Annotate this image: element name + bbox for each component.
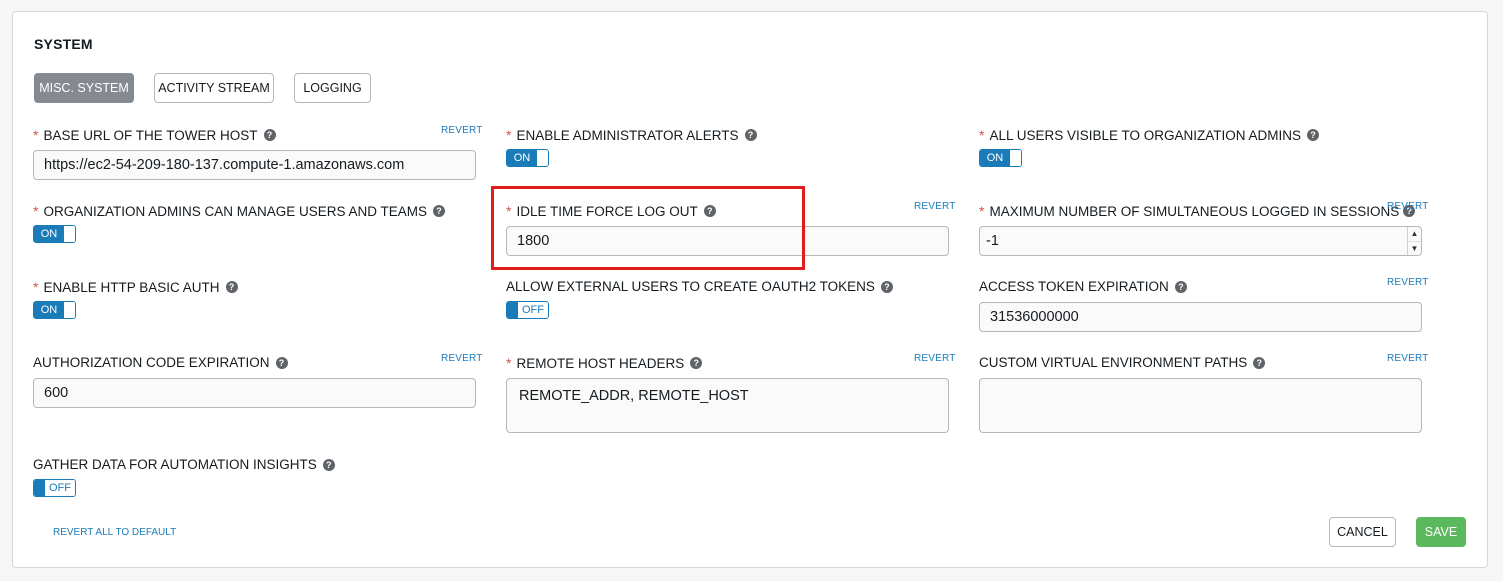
- required-mark: *: [506, 127, 512, 143]
- max-sessions-revert-link[interactable]: REVERT: [1387, 201, 1429, 212]
- help-icon[interactable]: ?: [1253, 356, 1266, 369]
- http-basic-toggle[interactable]: ON: [33, 301, 76, 319]
- base-url-input[interactable]: https://ec2-54-209-180-137.compute-1.ama…: [33, 150, 476, 180]
- auth-code-revert-link[interactable]: REVERT: [441, 353, 483, 364]
- help-icon[interactable]: ?: [1307, 129, 1320, 141]
- required-mark: *: [33, 279, 39, 295]
- toggle-knob: [64, 226, 75, 242]
- save-button[interactable]: SAVE: [1416, 517, 1466, 547]
- max-sessions-input[interactable]: -1 ▲ ▼: [979, 226, 1422, 256]
- toggle-knob: [507, 302, 518, 318]
- org-admins-manage-toggle[interactable]: ON: [33, 225, 76, 243]
- cancel-button[interactable]: CANCEL: [1329, 517, 1396, 547]
- spin-up-icon[interactable]: ▲: [1408, 227, 1421, 241]
- access-token-label: ACCESS TOKEN EXPIRATION ?: [979, 279, 1187, 294]
- remote-headers-revert-link[interactable]: REVERT: [914, 353, 956, 364]
- auth-code-input[interactable]: 600: [33, 378, 476, 408]
- help-icon[interactable]: ?: [225, 281, 238, 293]
- venv-paths-revert-link[interactable]: REVERT: [1387, 353, 1429, 364]
- revert-all-link[interactable]: REVERT ALL TO DEFAULT: [53, 527, 176, 538]
- tab-activity-stream[interactable]: ACTIVITY STREAM: [154, 73, 274, 103]
- required-mark: *: [33, 127, 39, 143]
- max-sessions-label: * MAXIMUM NUMBER OF SIMULTANEOUS LOGGED …: [979, 203, 1416, 219]
- access-token-revert-link[interactable]: REVERT: [1387, 277, 1429, 288]
- oauth2-label: ALLOW EXTERNAL USERS TO CREATE OAUTH2 TO…: [506, 279, 893, 294]
- help-icon[interactable]: ?: [703, 205, 716, 217]
- admin-alerts-toggle[interactable]: ON: [506, 149, 549, 167]
- insights-label: GATHER DATA FOR AUTOMATION INSIGHTS ?: [33, 457, 335, 472]
- remote-headers-textarea[interactable]: REMOTE_ADDR, REMOTE_HOST: [506, 378, 949, 433]
- help-icon[interactable]: ?: [275, 356, 288, 369]
- toggle-knob: [1010, 150, 1021, 166]
- idle-time-revert-link[interactable]: REVERT: [914, 201, 956, 212]
- venv-paths-label: CUSTOM VIRTUAL ENVIRONMENT PATHS ?: [979, 355, 1266, 370]
- auth-code-label: AUTHORIZATION CODE EXPIRATION ?: [33, 355, 288, 370]
- admin-alerts-label: * ENABLE ADMINISTRATOR ALERTS ?: [506, 127, 757, 143]
- venv-paths-textarea[interactable]: [979, 378, 1422, 433]
- org-admins-manage-label: * ORGANIZATION ADMINS CAN MANAGE USERS A…: [33, 203, 446, 219]
- number-spinner[interactable]: ▲ ▼: [1407, 227, 1421, 255]
- remote-headers-label: * REMOTE HOST HEADERS ?: [506, 355, 703, 371]
- required-mark: *: [979, 203, 985, 219]
- help-icon[interactable]: ?: [744, 129, 757, 141]
- required-mark: *: [979, 127, 985, 143]
- idle-time-input[interactable]: 1800: [506, 226, 949, 256]
- users-visible-label: * ALL USERS VISIBLE TO ORGANIZATION ADMI…: [979, 127, 1320, 143]
- help-icon[interactable]: ?: [263, 129, 276, 141]
- toggle-knob: [537, 150, 548, 166]
- insights-toggle[interactable]: OFF: [33, 479, 76, 497]
- oauth2-toggle[interactable]: OFF: [506, 301, 549, 319]
- access-token-input[interactable]: 31536000000: [979, 302, 1422, 332]
- help-icon[interactable]: ?: [690, 357, 703, 369]
- tab-logging[interactable]: LOGGING: [294, 73, 371, 103]
- required-mark: *: [506, 355, 512, 371]
- panel-title: SYSTEM: [34, 36, 93, 52]
- spin-down-icon[interactable]: ▼: [1408, 240, 1421, 256]
- help-icon[interactable]: ?: [1174, 280, 1187, 293]
- required-mark: *: [506, 203, 512, 219]
- help-icon[interactable]: ?: [880, 280, 893, 293]
- base-url-label: * BASE URL OF THE TOWER HOST ?: [33, 127, 276, 143]
- toggle-knob: [34, 480, 45, 496]
- idle-time-label: * IDLE TIME FORCE LOG OUT ?: [506, 203, 716, 219]
- required-mark: *: [33, 203, 39, 219]
- help-icon[interactable]: ?: [322, 458, 335, 471]
- toggle-knob: [64, 302, 75, 318]
- max-sessions-value: -1: [986, 233, 999, 249]
- users-visible-toggle[interactable]: ON: [979, 149, 1022, 167]
- http-basic-label: * ENABLE HTTP BASIC AUTH ?: [33, 279, 238, 295]
- base-url-revert-link[interactable]: REVERT: [441, 125, 483, 136]
- tab-misc-system[interactable]: MISC. SYSTEM: [34, 73, 134, 103]
- help-icon[interactable]: ?: [433, 205, 446, 217]
